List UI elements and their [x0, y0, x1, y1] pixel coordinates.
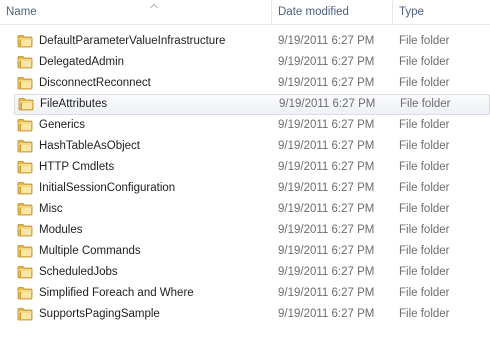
folder-icon	[17, 182, 33, 195]
file-row[interactable]: HashTableAsObject 9/19/2011 6:27 PM File…	[0, 136, 490, 157]
file-row[interactable]: InitialSessionConfiguration 9/19/2011 6:…	[0, 178, 490, 199]
file-row[interactable]: Multiple Commands 9/19/2011 6:27 PM File…	[0, 241, 490, 262]
file-name: HashTableAsObject	[39, 140, 140, 152]
column-header-date-modified[interactable]: Date modified	[272, 0, 392, 24]
folder-icon	[17, 266, 33, 279]
folder-icon	[17, 35, 33, 48]
file-name: InitialSessionConfiguration	[39, 182, 176, 194]
file-type: File folder	[399, 308, 450, 320]
file-date-modified: 9/19/2011 6:27 PM	[278, 56, 375, 68]
file-type: File folder	[399, 182, 450, 194]
file-list: DefaultParameterValueInfrastructure 9/19…	[0, 31, 490, 325]
folder-icon	[17, 308, 33, 321]
sort-ascending-icon	[150, 3, 158, 9]
folder-icon	[17, 224, 33, 237]
file-row[interactable]: DelegatedAdmin 9/19/2011 6:27 PM File fo…	[0, 52, 490, 73]
file-row[interactable]: Generics 9/19/2011 6:27 PM File folder	[0, 115, 490, 136]
folder-icon	[17, 161, 33, 174]
folder-icon	[17, 77, 33, 90]
file-name: SupportsPagingSample	[39, 308, 160, 320]
file-name: Multiple Commands	[39, 245, 141, 257]
file-type: File folder	[399, 224, 450, 236]
file-date-modified: 9/19/2011 6:27 PM	[279, 98, 376, 110]
file-type: File folder	[400, 98, 451, 110]
file-type: File folder	[399, 77, 450, 89]
folder-icon	[17, 287, 33, 300]
file-row[interactable]: ScheduledJobs 9/19/2011 6:27 PM File fol…	[0, 262, 490, 283]
file-date-modified: 9/19/2011 6:27 PM	[278, 182, 375, 194]
file-type: File folder	[399, 266, 450, 278]
file-date-modified: 9/19/2011 6:27 PM	[278, 266, 375, 278]
file-row[interactable]: FileAttributes 9/19/2011 6:27 PM File fo…	[14, 94, 490, 115]
file-date-modified: 9/19/2011 6:27 PM	[278, 119, 375, 131]
file-type: File folder	[399, 119, 450, 131]
file-date-modified: 9/19/2011 6:27 PM	[278, 224, 375, 236]
file-row[interactable]: DefaultParameterValueInfrastructure 9/19…	[0, 31, 490, 52]
file-type: File folder	[399, 161, 450, 173]
file-name: HTTP Cmdlets	[39, 161, 115, 173]
file-row[interactable]: DisconnectReconnect 9/19/2011 6:27 PM Fi…	[0, 73, 490, 94]
file-date-modified: 9/19/2011 6:27 PM	[278, 245, 375, 257]
file-date-modified: 9/19/2011 6:27 PM	[278, 287, 375, 299]
folder-icon	[17, 56, 33, 69]
folder-icon	[17, 245, 33, 258]
file-name: FileAttributes	[40, 98, 108, 110]
file-name: Modules	[39, 224, 83, 236]
file-name: Generics	[39, 119, 86, 131]
column-header-date-label: Date modified	[278, 6, 349, 18]
column-header-bar: Name Date modified Type	[0, 0, 490, 25]
file-type: File folder	[399, 245, 450, 257]
file-row[interactable]: Simplified Foreach and Where 9/19/2011 6…	[0, 283, 490, 304]
file-date-modified: 9/19/2011 6:27 PM	[278, 161, 375, 173]
file-type: File folder	[399, 140, 450, 152]
folder-icon	[18, 98, 34, 111]
file-date-modified: 9/19/2011 6:27 PM	[278, 77, 375, 89]
file-name: ScheduledJobs	[39, 266, 118, 278]
file-type: File folder	[399, 56, 450, 68]
file-row[interactable]: Misc 9/19/2011 6:27 PM File folder	[0, 199, 490, 220]
file-date-modified: 9/19/2011 6:27 PM	[278, 203, 375, 215]
file-type: File folder	[399, 35, 450, 47]
file-name: DefaultParameterValueInfrastructure	[39, 35, 226, 47]
column-header-name-label: Name	[6, 6, 37, 18]
file-date-modified: 9/19/2011 6:27 PM	[278, 140, 375, 152]
file-type: File folder	[399, 203, 450, 215]
file-date-modified: 9/19/2011 6:27 PM	[278, 308, 375, 320]
file-name: DisconnectReconnect	[39, 77, 151, 89]
file-date-modified: 9/19/2011 6:27 PM	[278, 35, 375, 47]
column-header-type[interactable]: Type	[393, 0, 490, 24]
folder-icon	[17, 119, 33, 132]
file-name: Simplified Foreach and Where	[39, 287, 194, 299]
file-row[interactable]: SupportsPagingSample 9/19/2011 6:27 PM F…	[0, 304, 490, 325]
column-header-name[interactable]: Name	[0, 0, 271, 24]
folder-icon	[17, 203, 33, 216]
file-type: File folder	[399, 287, 450, 299]
column-header-type-label: Type	[399, 6, 424, 18]
folder-icon	[17, 140, 33, 153]
file-name: DelegatedAdmin	[39, 56, 125, 68]
file-row[interactable]: HTTP Cmdlets 9/19/2011 6:27 PM File fold…	[0, 157, 490, 178]
file-row[interactable]: Modules 9/19/2011 6:27 PM File folder	[0, 220, 490, 241]
file-name: Misc	[39, 203, 63, 215]
